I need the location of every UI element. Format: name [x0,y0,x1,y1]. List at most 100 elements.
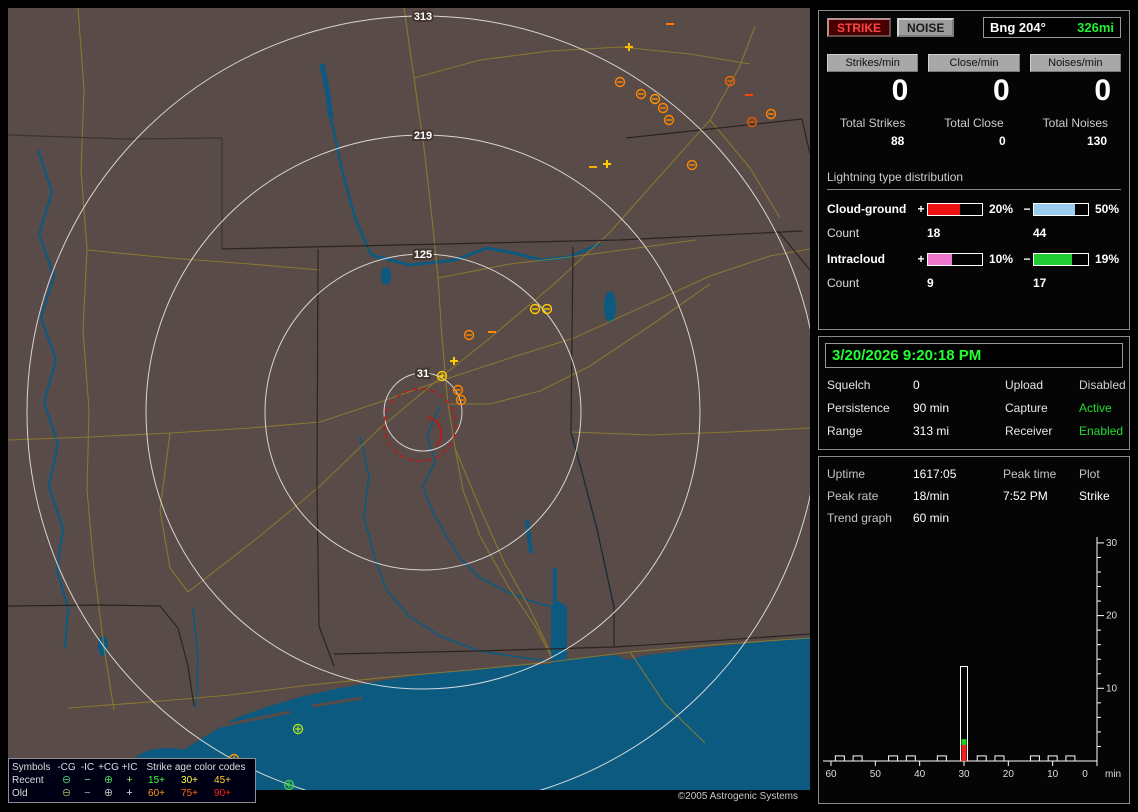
trend-spike-ic [961,739,967,746]
legend-symbol-ic-minus: − [84,787,91,799]
bearing-readout: Bng 204° 326mi [983,17,1121,38]
total-strikes-value: 88 [890,134,905,148]
cg-negative-bar [1033,202,1089,216]
trend-y-tick-label: 20 [1106,611,1118,622]
strikes-per-min-value: 0 [891,74,909,107]
legend-symbol-ic-minus: − [84,774,91,786]
persistence-value: 90 min [913,401,950,415]
legend-symbol-cg-minus: ⊖ [61,787,72,799]
trend-blip [1065,755,1076,762]
ic-negative-count: 17 [1033,276,1047,290]
cg-negative-bar-fill [1034,203,1076,215]
ic-negative-bar [1033,252,1089,266]
total-strikes-label: Total Strikes [839,116,906,130]
range-value: 313 mi [913,424,950,438]
map-legend: Symbols -CG -IC +CG +IC Strike age color code… [8,758,256,803]
upload-status: Disabled [1079,378,1126,392]
receiver-status: Enabled [1079,424,1124,438]
strike-toggle-button[interactable]: STRIKE [827,18,892,37]
legend-col-header: +CG [98,762,119,773]
legend-age-code: 75+ [181,788,198,799]
minus-sign: − [1023,252,1031,266]
panel-rates-section: STRIKE NOISE Bng 204° 326mi Strikes/min … [818,10,1130,330]
range-ring-label: 125 [414,249,432,261]
trend-blip [905,755,916,762]
upload-label: Upload [1005,378,1044,392]
noises-per-min-button[interactable]: Noises/min [1029,54,1121,72]
legend-symbol-ic-plus: + [126,787,133,799]
peak-rate-value: 18/min [913,489,950,503]
cloud-ground-count-row: Count 18 44 [827,226,1121,240]
legend-symbol-cg-plus: ⊕ [103,774,114,786]
count-label: Count [827,276,860,290]
trend-blip [976,755,987,762]
legend-age-code: 60+ [148,788,165,799]
trend-x-tick-label: 60 [825,769,837,780]
ic-positive-bar [927,252,983,266]
legend-age-code: 90+ [214,788,231,799]
ic-negative-bar-fill [1034,253,1072,265]
plus-sign: + [917,252,925,266]
strikes-per-min-button[interactable]: Strikes/min [827,54,919,72]
trend-blip [834,755,845,762]
peak-time-label: Peak time [1003,467,1057,481]
receiver-label: Receiver [1005,424,1053,438]
bearing-distance: 326mi [1077,20,1114,35]
cg-positive-count: 18 [927,226,941,240]
uptime-label: Uptime [827,467,866,481]
close-per-min-button[interactable]: Close/min [928,54,1020,72]
lightning-map[interactable]: 31 125 219 313 Symbols -CG -IC +CG +IC Strike ag… [8,8,810,804]
legend-age-code: 30+ [181,775,198,786]
trend-x-tick-label: 20 [1003,769,1015,780]
panel-trend-section: Uptime 1617:05 Peak time Plot Peak rate … [818,456,1130,804]
timestamp: 3/20/2026 9:20:18 PM [825,343,1123,368]
trend-x-tick-label: 30 [958,769,970,780]
distribution-title: Lightning type distribution [827,170,1121,190]
noises-per-min-value: 0 [1094,74,1111,107]
plot-value: Strike [1079,489,1110,503]
intracloud-count-row: Count 9 17 [827,276,1121,290]
trend-blip [1047,755,1058,762]
capture-label: Capture [1005,401,1048,415]
panel-status-section: 3/20/2026 9:20:18 PM Squelch 0 Upload Di… [818,336,1130,450]
trend-x-unit: min [1105,769,1121,780]
cloud-ground-row: Cloud-ground + 20% − 50% [827,202,1121,216]
ic-negative-pct: 19% [1095,252,1120,266]
persistence-label: Persistence [827,401,890,415]
legend-age-header: Strike age color codes [146,762,246,773]
total-close-value: 0 [998,134,1006,148]
trend-x-tick-label: 50 [870,769,882,780]
cloud-ground-label: Cloud-ground [827,202,907,216]
ic-positive-count: 9 [927,276,934,290]
legend-col-header: +IC [121,762,138,773]
legend-symbol-cg-minus: ⊖ [61,774,72,786]
plus-sign: + [917,202,925,216]
plot-label: Plot [1079,467,1100,481]
bearing-label: Bng 204° [990,20,1046,35]
squelch-label: Squelch [827,378,871,392]
range-ring-label: 313 [414,11,432,23]
trend-blip [1029,755,1040,762]
trend-blip [936,755,947,762]
total-noises-label: Total Noises [1042,116,1109,130]
trend-blip [852,755,863,762]
trend-y-tick-label: 10 [1106,683,1118,694]
intracloud-label: Intracloud [827,252,886,266]
trend-graph-label: Trend graph [827,511,892,525]
range-ring-label: 219 [414,130,432,142]
range-ring-label: 31 [417,368,429,380]
capture-status: Active [1079,401,1112,415]
noise-toggle-button[interactable]: NOISE [897,18,955,37]
legend-row-label: Recent [12,775,44,786]
total-noises-value: 130 [1086,134,1107,148]
close-per-min-value: 0 [992,74,1010,107]
count-label: Count [827,226,860,240]
trend-y-tick-label: 30 [1106,538,1118,549]
legend-row-label: Old [12,788,28,799]
trend-spike-cg [961,745,967,761]
legend-col-header: -CG [57,762,76,773]
squelch-value: 0 [913,378,920,392]
trend-blip [888,755,899,762]
map-svg: 31 125 219 313 [8,8,810,790]
trend-x-tick-label: 10 [1047,769,1059,780]
